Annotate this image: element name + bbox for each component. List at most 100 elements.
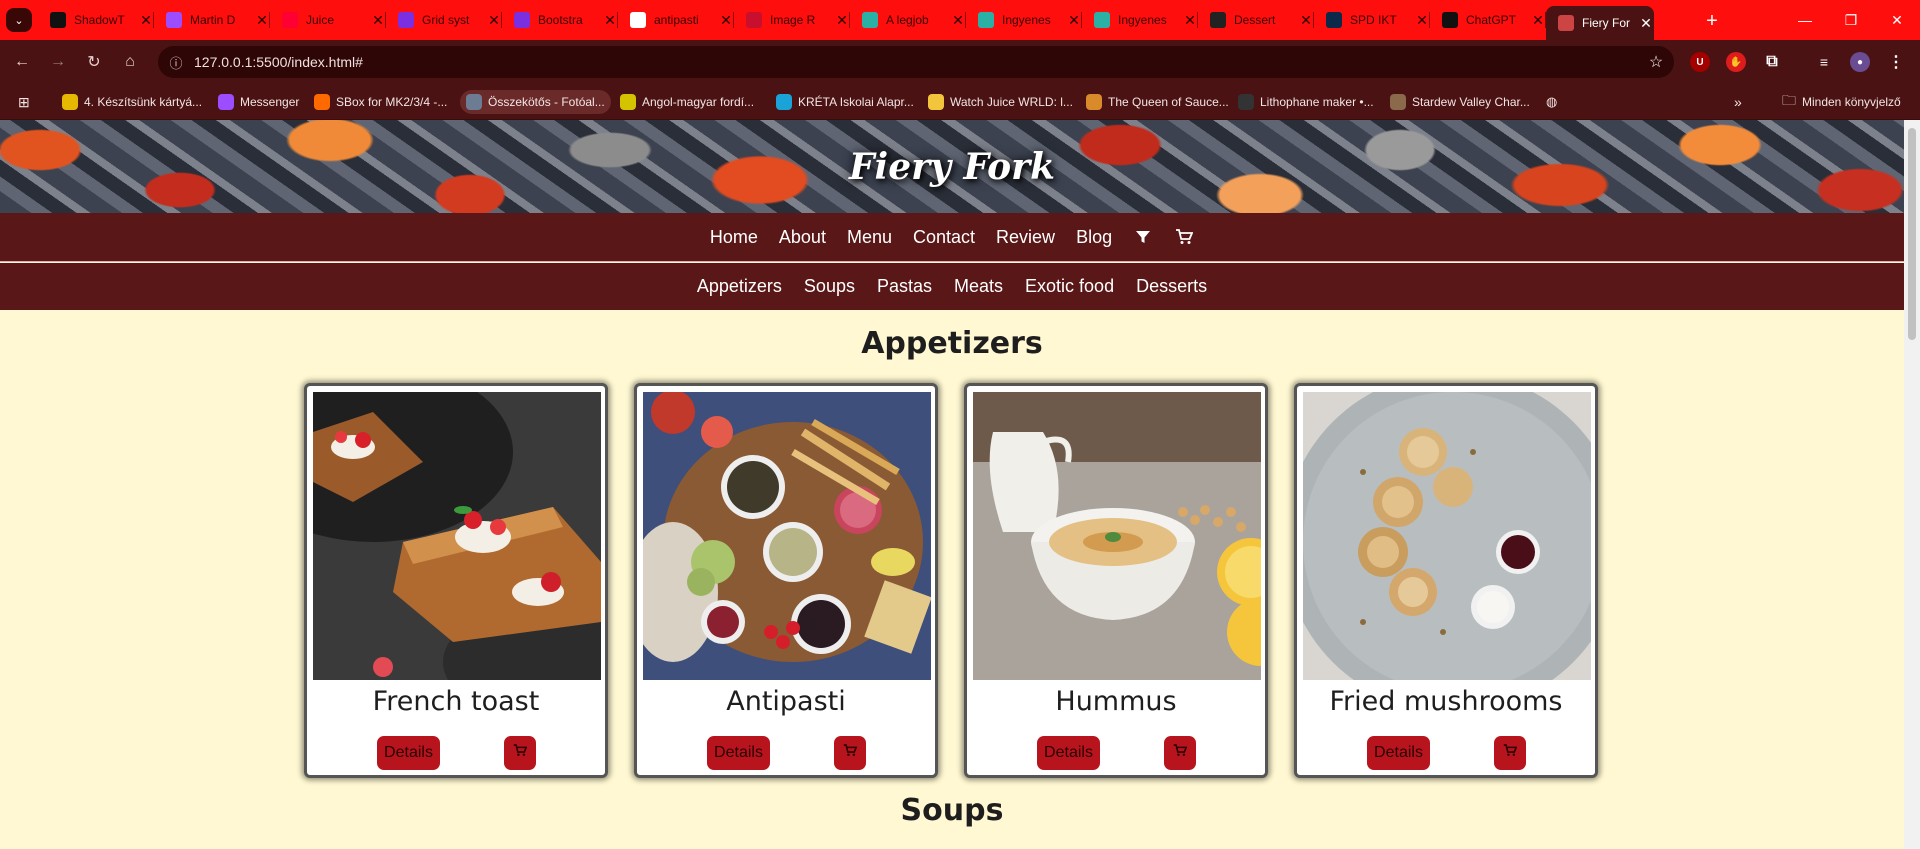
new-tab-button[interactable]: + [1699,8,1725,34]
bookmark-item[interactable]: Összekötős - Fotóal... [460,90,611,114]
browser-tab[interactable]: Grid syst ✕ [386,0,502,40]
all-bookmarks-folder[interactable]: 🗀 Minden könyvjelző [1776,90,1907,114]
close-tab-icon[interactable]: ✕ [1638,15,1654,32]
close-tab-icon[interactable]: ✕ [1414,12,1430,29]
tab-search-button[interactable]: ⌄ [6,8,32,32]
add-to-cart-button[interactable] [1164,736,1196,770]
browser-tab[interactable]: Bootstra ✕ [502,0,618,40]
category-link-meats[interactable]: Meats [954,276,1003,297]
details-button[interactable]: Details [1367,736,1430,770]
browser-tab[interactable]: SPD IKT ✕ [1314,0,1430,40]
close-tab-icon[interactable]: ✕ [718,12,734,29]
french-toast-image [313,392,601,680]
back-icon[interactable]: ← [8,48,36,76]
close-window-button[interactable]: ✕ [1874,0,1920,40]
nav-link-about[interactable]: About [779,227,826,248]
browser-tab[interactable]: Ingyenes ✕ [966,0,1082,40]
messenger-icon [166,12,182,28]
chatgpt-icon [1442,12,1458,28]
browser-tab[interactable]: A legjob ✕ [850,0,966,40]
close-tab-icon[interactable]: ✕ [1182,12,1198,29]
add-to-cart-button[interactable] [504,736,536,770]
category-link-exotic-food[interactable]: Exotic food [1025,276,1114,297]
bookmark-label: KRÉTA Iskolai Alapr... [798,95,914,109]
reload-icon[interactable]: ↻ [80,48,108,76]
bookmark-item[interactable]: Stardew Valley Char... [1384,90,1536,114]
tab-title: A legjob [886,13,929,27]
browser-tab[interactable]: ChatGPT ✕ [1430,0,1546,40]
cart-icon [1503,744,1518,762]
extensions-puzzle-icon[interactable]: ⧉ [1762,52,1782,72]
bookmark-item[interactable]: Angol-magyar fordí... [614,90,760,114]
bookmark-item[interactable]: 4. Készítsünk kártyá... [56,90,208,114]
add-to-cart-button[interactable] [1494,736,1526,770]
nav-link-contact[interactable]: Contact [913,227,975,248]
nav-link-blog[interactable]: Blog [1076,227,1112,248]
close-tab-icon[interactable]: ✕ [1066,12,1082,29]
bookmark-favicon-icon [218,94,234,110]
details-button[interactable]: Details [1037,736,1100,770]
youtube-icon [282,12,298,28]
bookmark-favicon-icon [620,94,636,110]
browser-tab[interactable]: Ingyenes ✕ [1082,0,1198,40]
filter-icon[interactable] [1133,229,1153,245]
profile-avatar[interactable]: ● [1850,52,1870,72]
bookmark-label: Messenger [240,95,300,109]
browser-tab-active[interactable]: Fiery For ✕ [1546,6,1654,40]
bookmark-item[interactable]: Watch Juice WRLD: l... [922,90,1079,114]
browser-tab[interactable]: Juice ✕ [270,0,386,40]
close-tab-icon[interactable]: ✕ [254,12,270,29]
bookmark-label: Összekötős - Fotóal... [488,95,605,109]
bookmark-item[interactable]: Messenger [212,90,305,114]
restore-button[interactable]: ❐ [1828,0,1874,40]
add-to-cart-button[interactable] [834,736,866,770]
apps-grid-icon[interactable]: ⊞ [12,90,36,114]
extension-hand-icon[interactable]: ✋ [1726,52,1746,72]
details-button[interactable]: Details [707,736,770,770]
browser-tab[interactable]: antipasti ✕ [618,0,734,40]
browser-tab-strip: ⌄ ShadowT ✕ Martin D ✕ Juice ✕ Grid syst ✕ Boots… [0,0,1920,40]
browser-tab[interactable]: Dessert ✕ [1198,0,1314,40]
forward-icon[interactable]: → [44,48,72,76]
address-bar[interactable]: ⓘ 127.0.0.1:5500/index.html# ☆ [158,46,1674,78]
details-button[interactable]: Details [377,736,440,770]
bookmark-item[interactable]: KRÉTA Iskolai Alapr... [770,90,920,114]
close-tab-icon[interactable]: ✕ [602,12,618,29]
browser-menu-icon[interactable]: ⋮ [1886,52,1906,72]
category-link-appetizers[interactable]: Appetizers [697,276,782,297]
nav-link-review[interactable]: Review [996,227,1055,248]
browser-tab[interactable]: Martin D ✕ [154,0,270,40]
bookmark-favicon-icon [466,94,482,110]
close-tab-icon[interactable]: ✕ [1298,12,1314,29]
bookmark-item[interactable]: Lithophane maker •... [1232,90,1380,114]
scrollbar-thumb[interactable] [1908,128,1916,340]
ublock-icon[interactable]: U [1690,52,1710,72]
category-link-soups[interactable]: Soups [804,276,855,297]
bookmark-item[interactable]: The Queen of Sauce... [1080,90,1235,114]
close-tab-icon[interactable]: ✕ [834,12,850,29]
nav-link-menu[interactable]: Menu [847,227,892,248]
home-icon[interactable]: ⌂ [116,48,144,76]
site-info-icon[interactable]: ⓘ [158,53,194,72]
browser-tab[interactable]: Image R ✕ [734,0,850,40]
nav-link-home[interactable]: Home [710,227,758,248]
bootstrap-icon [398,12,414,28]
page-scrollbar[interactable] [1904,120,1920,849]
bookmark-label: 4. Készítsünk kártyá... [84,95,203,109]
close-tab-icon[interactable]: ✕ [370,12,386,29]
close-tab-icon[interactable]: ✕ [486,12,502,29]
more-bookmarks-icon[interactable]: » [1728,90,1748,114]
bookmark-item[interactable]: SBox for MK2/3/4 -... [308,90,453,114]
media-control-icon[interactable]: ≡ [1814,52,1834,72]
category-link-desserts[interactable]: Desserts [1136,276,1207,297]
category-link-pastas[interactable]: Pastas [877,276,932,297]
close-tab-icon[interactable]: ✕ [138,12,154,29]
globe-bookmark-icon[interactable]: ◍ [1540,90,1563,114]
close-tab-icon[interactable]: ✕ [950,12,966,29]
cart-icon[interactable] [1174,229,1194,245]
browser-tab[interactable]: ShadowT ✕ [38,0,154,40]
minimize-button[interactable]: — [1782,0,1828,40]
close-tab-icon[interactable]: ✕ [1530,12,1546,29]
brand-title[interactable]: Fiery Fork [0,120,1904,213]
bookmark-star-icon[interactable]: ☆ [1638,52,1674,72]
